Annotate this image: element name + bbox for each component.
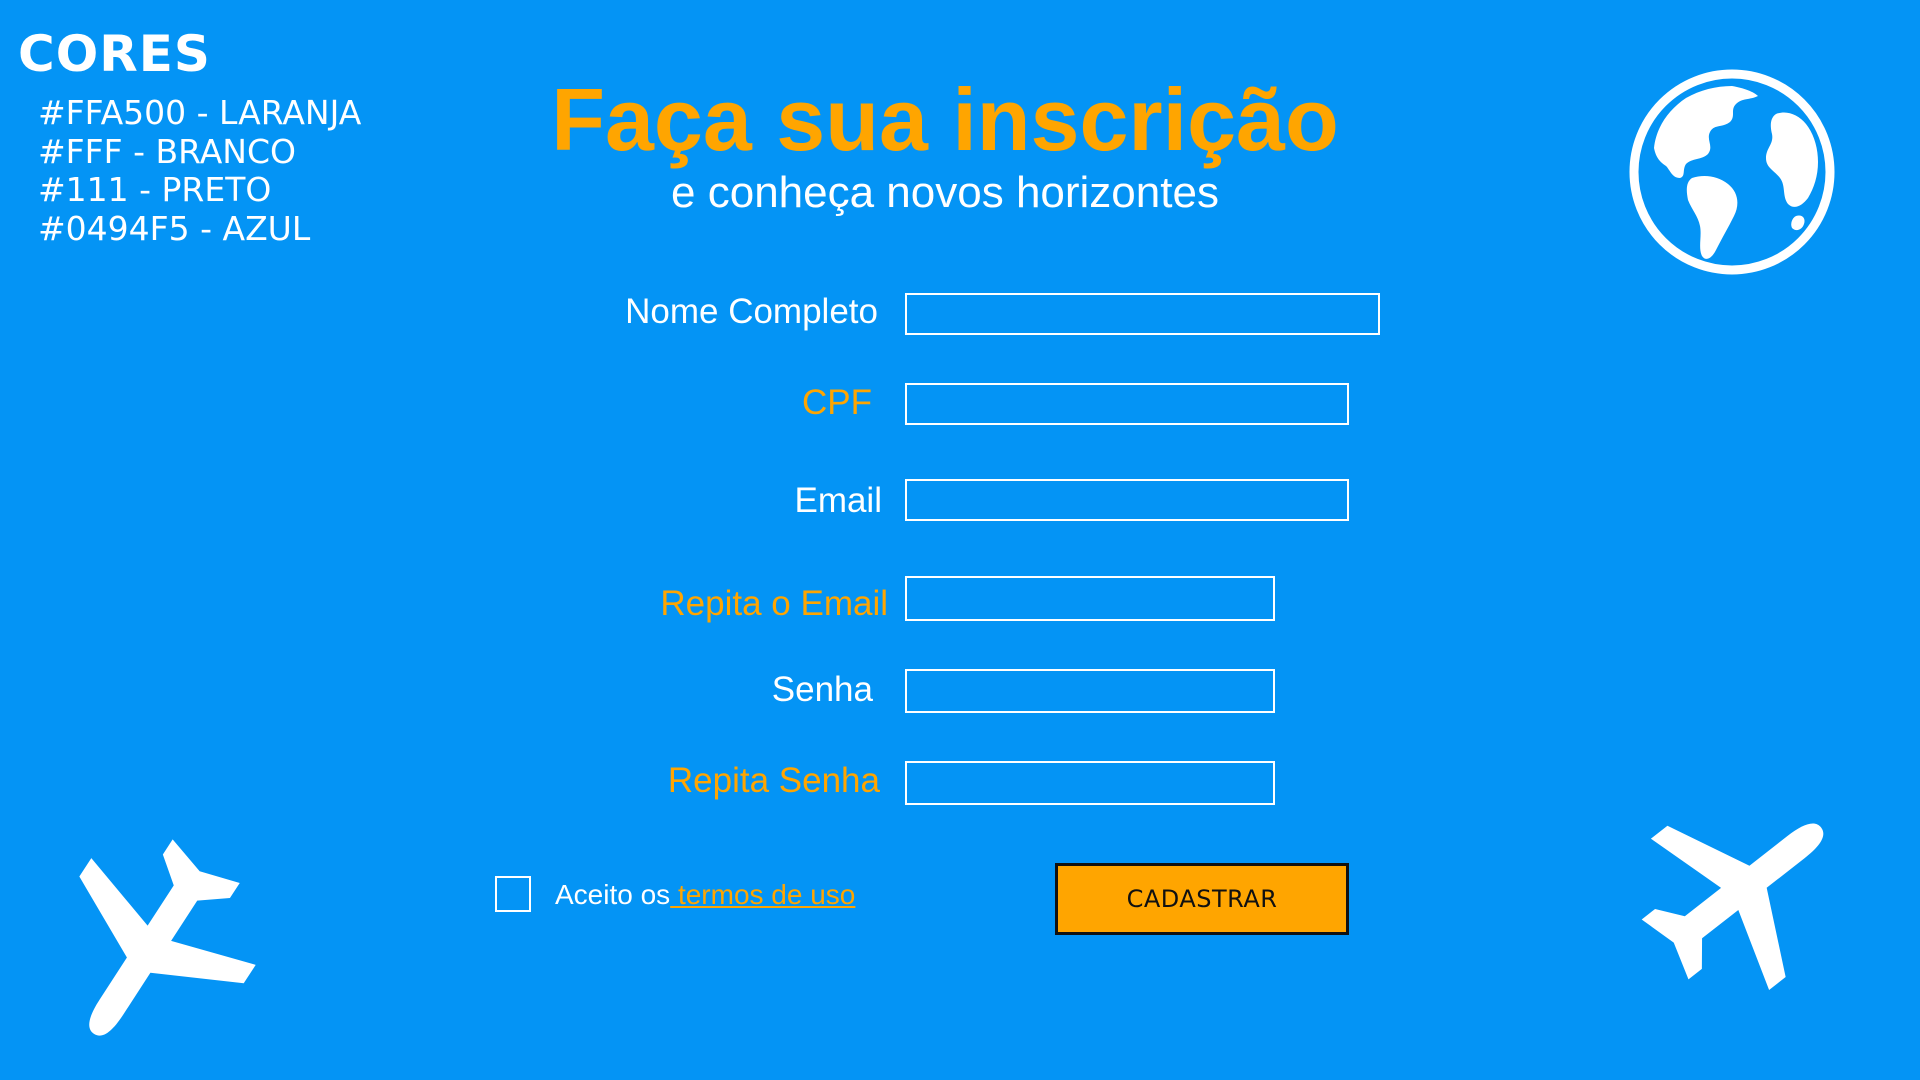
terms-checkbox[interactable] [495,876,531,912]
terms-link[interactable]: termos de uso [670,879,855,910]
globe-icon [1626,66,1838,278]
repeat-password-input[interactable] [905,761,1275,805]
page-title: Faça sua inscrição [551,70,1339,169]
submit-button[interactable]: CADASTRAR [1055,863,1349,935]
repeat-email-label: Repita o Email [660,584,888,623]
airplane-icon [40,815,270,1065]
repeat-email-input[interactable] [905,576,1275,621]
cpf-label: CPF [802,383,872,422]
palette-item-blue: #0494F5 - AZUL [38,208,311,248]
cpf-input[interactable] [905,383,1349,425]
email-input[interactable] [905,479,1349,521]
palette-item-black: #111 - PRETO [38,170,272,209]
repeat-password-label: Repita Senha [667,761,880,800]
full-name-input[interactable] [905,293,1380,335]
terms-accept-label: Aceito os [555,879,671,910]
airplane-icon [1620,785,1852,1003]
password-input[interactable] [905,669,1275,713]
palette-item-white: #FFF - BRANCO [38,131,296,171]
palette-item-orange: #FFA500 - LARANJA [38,93,362,132]
palette-title: CORES [18,25,211,83]
terms-text: Aceito os termos de uso [555,875,855,915]
email-label: Email [794,481,882,520]
page-subtitle: e conheça novos horizontes [671,168,1219,217]
password-label: Senha [771,670,873,709]
full-name-label: Nome Completo [625,292,878,331]
palette-list: #FFA500 - LARANJA #FFF - BRANCO #111 - P… [38,93,362,248]
